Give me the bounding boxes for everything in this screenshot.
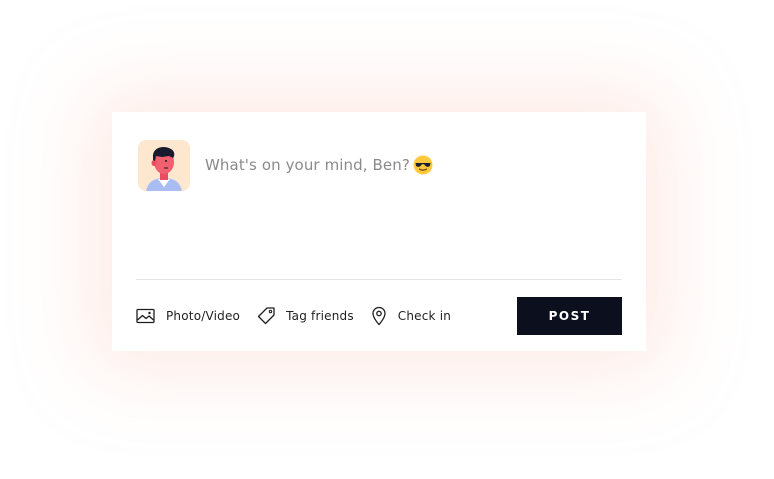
tag-friends-button[interactable]: Tag friends <box>256 306 354 326</box>
tag-icon <box>257 307 275 325</box>
post-button[interactable]: POST <box>517 297 622 335</box>
page-background: What's on your mind, Ben? Photo/Video Ta… <box>0 0 774 479</box>
photo-video-label: Photo/Video <box>166 309 241 323</box>
tag-friends-label: Tag friends <box>286 309 354 323</box>
create-post-card: What's on your mind, Ben? Photo/Video Ta… <box>112 112 646 351</box>
divider <box>136 279 622 280</box>
user-avatar-illustration <box>138 140 190 191</box>
post-composer-input[interactable]: What's on your mind, Ben? <box>205 146 625 184</box>
post-actions-bar: Photo/Video Tag friends Check in <box>136 304 467 328</box>
location-pin-icon <box>372 306 386 326</box>
photo-video-button[interactable]: Photo/Video <box>136 308 240 324</box>
check-in-label: Check in <box>397 309 452 323</box>
check-in-button[interactable]: Check in <box>370 306 451 326</box>
image-icon <box>136 308 155 324</box>
sunglasses-emoji-icon <box>413 155 433 175</box>
composer-placeholder: What's on your mind, Ben? <box>205 156 410 174</box>
avatar[interactable] <box>138 140 190 191</box>
